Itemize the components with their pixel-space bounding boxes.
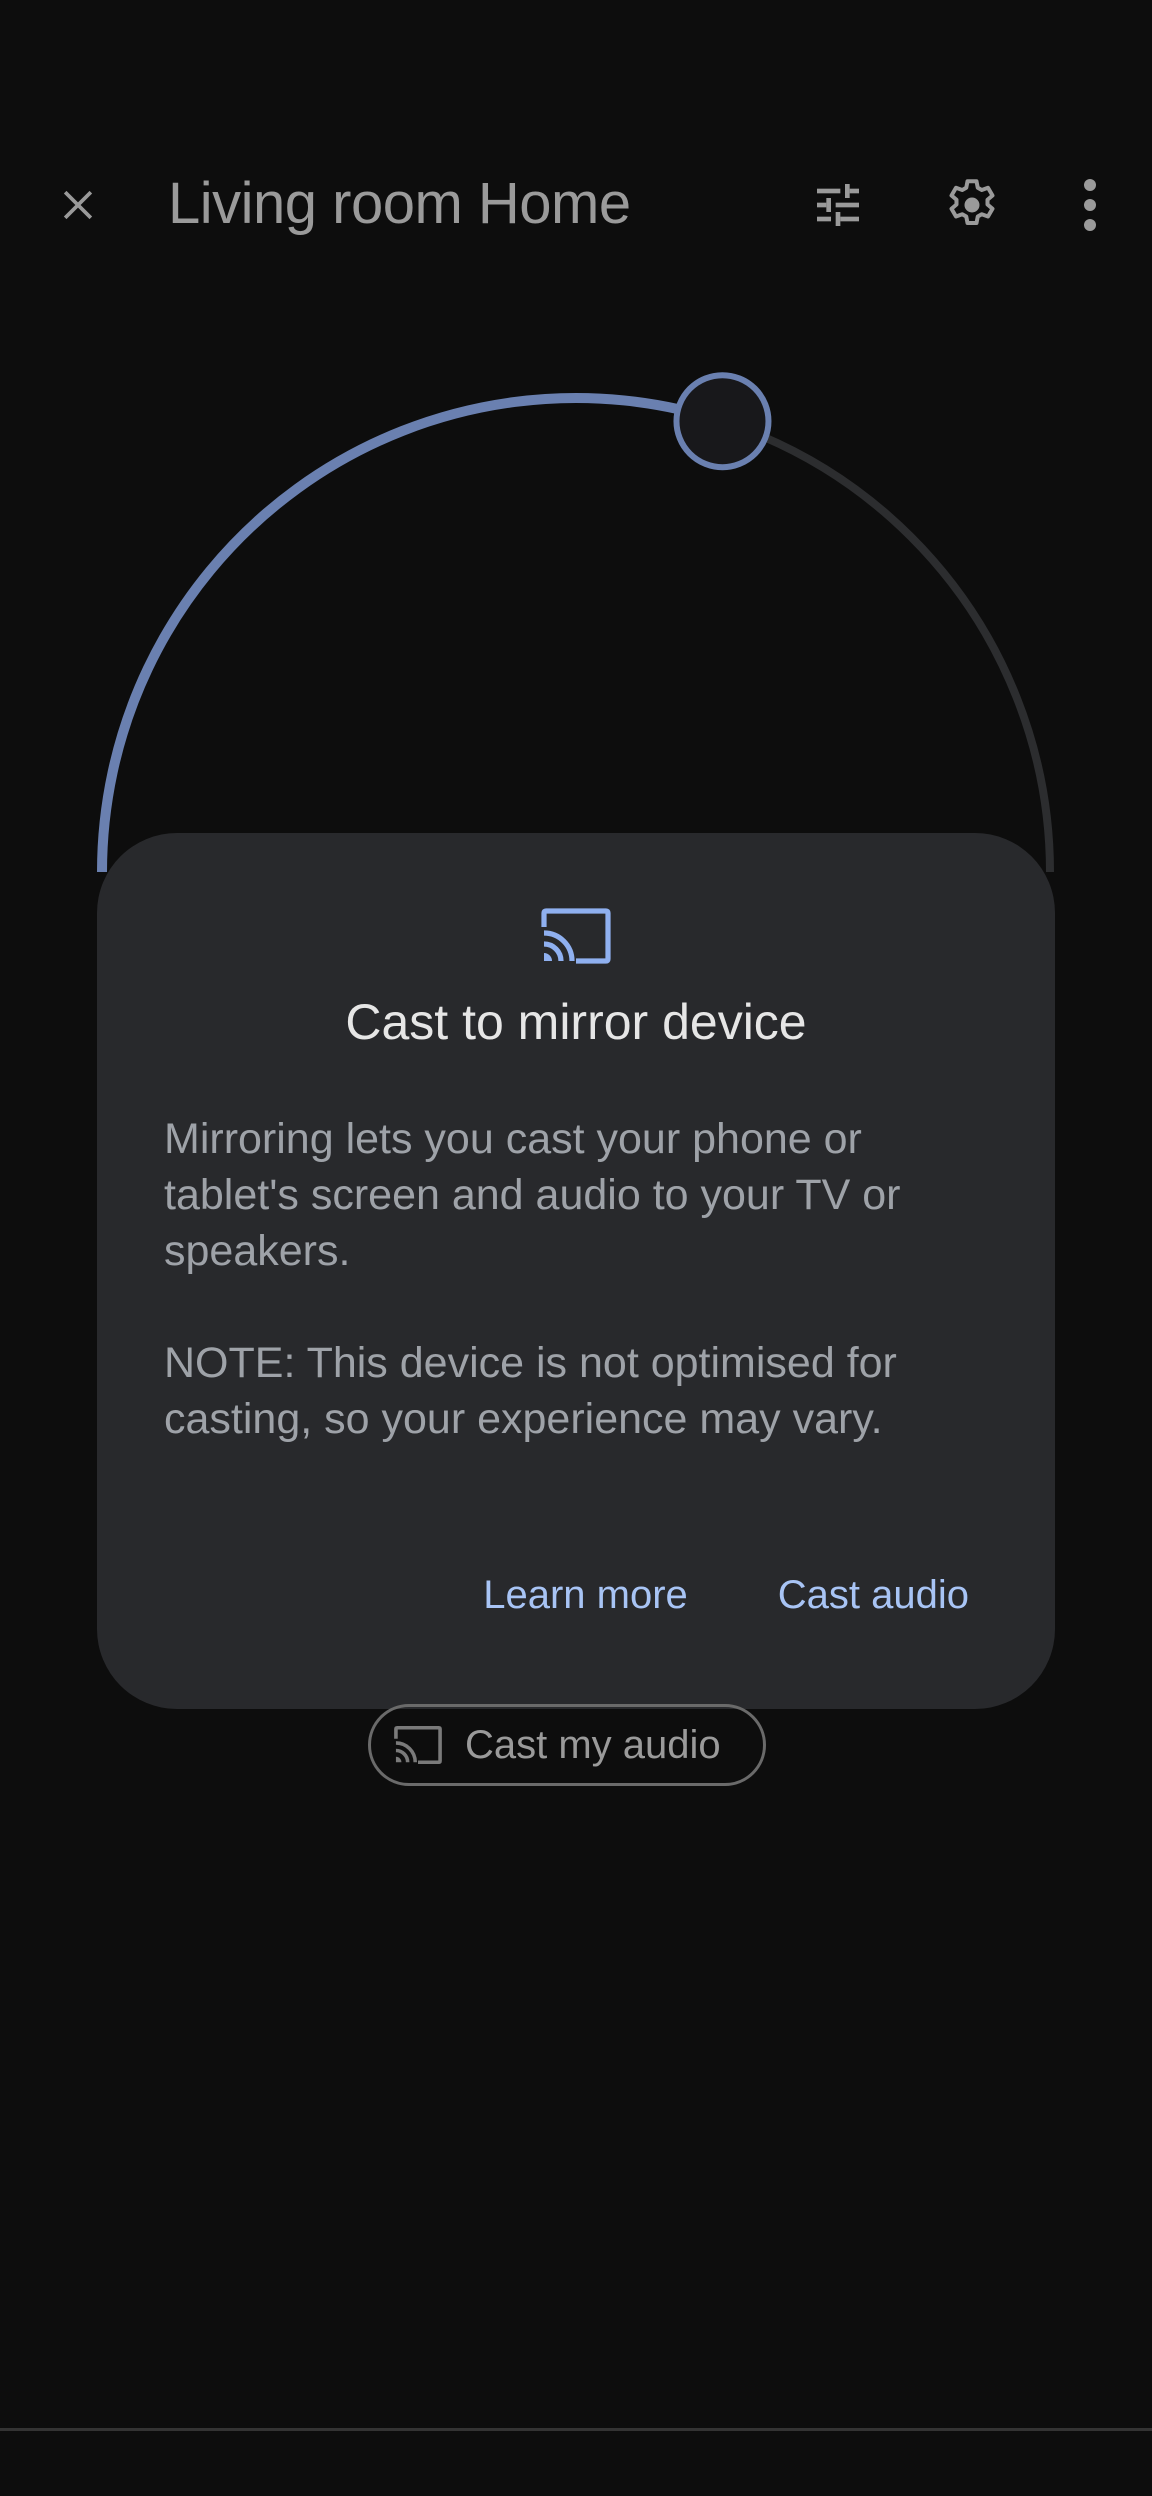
volume-dial-fill <box>97 393 725 873</box>
volume-dial-knob[interactable] <box>673 372 772 471</box>
cast-mirror-dialog: Cast to mirror device Mirroring lets you… <box>97 833 1055 1709</box>
settings-button[interactable] <box>932 160 1012 250</box>
dialog-body-paragraph: Mirroring lets you cast your phone or ta… <box>164 1115 901 1275</box>
settings-gear-icon <box>949 179 995 225</box>
dialog-body: Mirroring lets you cast your phone or ta… <box>164 1111 994 1447</box>
cast-audio-button[interactable]: Cast audio <box>778 1573 969 1618</box>
learn-more-button[interactable]: Learn more <box>483 1573 688 1618</box>
volume-dial-track <box>98 394 1054 873</box>
equalizer-icon <box>817 184 859 226</box>
page-title: Living room Home <box>168 171 631 236</box>
dialog-actions: Learn more Cast audio <box>483 1573 969 1618</box>
close-icon <box>63 190 93 220</box>
cast-icon <box>394 1725 442 1765</box>
dialog-title: Cast to mirror device <box>345 994 807 1050</box>
close-button[interactable] <box>38 160 118 250</box>
cast-my-audio-button[interactable]: Cast my audio <box>368 1704 766 1786</box>
bottom-divider <box>0 2428 1152 2431</box>
cast-my-audio-label: Cast my audio <box>465 1722 721 1767</box>
top-app-bar: Living room Home <box>0 150 1152 260</box>
more-vert-icon <box>1084 179 1096 231</box>
cast-icon <box>541 908 611 964</box>
equalizer-button[interactable] <box>798 160 878 250</box>
dialog-note-paragraph: NOTE: This device is not optimised for c… <box>164 1339 897 1443</box>
more-options-button[interactable] <box>1060 160 1120 250</box>
